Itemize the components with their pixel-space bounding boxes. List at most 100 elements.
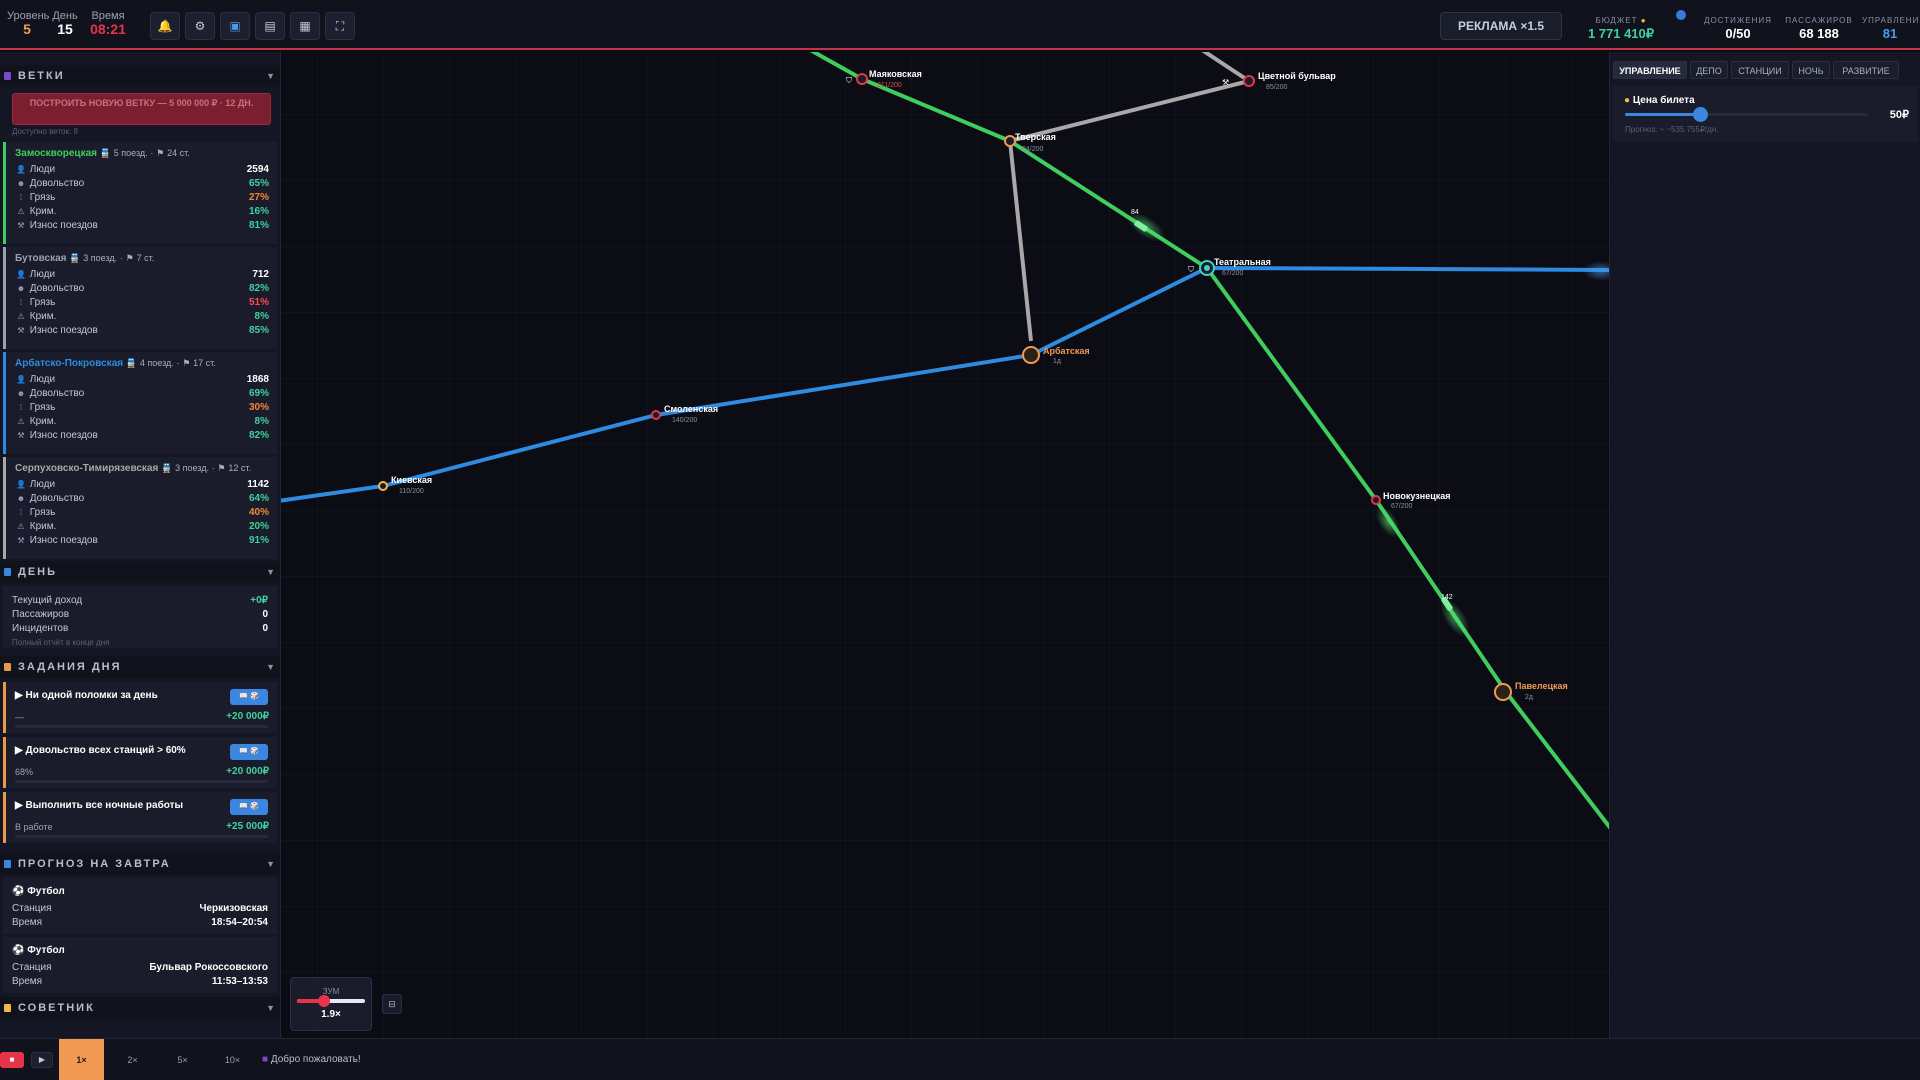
forecast-station-label: Станция — [12, 903, 52, 914]
tab-stations[interactable]: СТАНЦИИ — [1731, 61, 1789, 79]
report-button[interactable]: ▤ — [255, 12, 285, 40]
stats-button[interactable]: ▦ — [290, 12, 320, 40]
branch-card[interactable]: Арбатско-Покровская 🚆 4 поезд. · ⚑ 17 ст… — [3, 352, 277, 454]
forecast-title: ПРОГНОЗ НА ЗАВТРА — [18, 858, 171, 870]
zoom-value: 1.9× — [321, 1009, 341, 1020]
stat-value: 40% — [248, 507, 269, 518]
station-load: 67/200 — [1391, 503, 1413, 510]
branch-card[interactable]: Замоскворецкая 🚆 5 поезд. · ⚑ 24 ст. 👤 Лю… — [3, 142, 277, 244]
tab-management[interactable]: УПРАВЛЕНИЕ — [1613, 61, 1687, 79]
task-hint-button[interactable]: 📖 🎲 — [230, 744, 268, 760]
stat-label: Люди — [29, 269, 56, 280]
passengers-value: 68 188 — [1799, 26, 1839, 41]
branch-title: Замоскворецкая 🚆 5 поезд. · ⚑ 24 ст. — [15, 148, 190, 159]
settings-button[interactable]: ⚙ — [185, 12, 215, 40]
task-progress: 68% — [15, 767, 34, 777]
ball-icon: ⚽ — [12, 945, 25, 956]
task-hint-button[interactable]: 📖 🎲 — [230, 689, 268, 705]
forecast-header[interactable]: ПРОГНОЗ НА ЗАВТРА ▼ — [0, 853, 280, 875]
play-icon: ▶ — [38, 1055, 46, 1064]
station-load: 211/200 — [877, 82, 902, 89]
achievements-stat[interactable]: ДОСТИЖЕНИЯ 0/50 — [1704, 14, 1772, 40]
management-value: 81 — [1882, 26, 1898, 41]
budget-stat: БЮДЖЕТ ● 1 771 410₽ — [1584, 14, 1658, 40]
branch-card[interactable]: Серпуховско-Тимирязевская 🚆 3 поезд. · ⚑… — [3, 457, 277, 559]
branch-stat-people: 👤 Люди 712 — [15, 268, 269, 282]
tasks-header[interactable]: ЗАДАНИЯ ДНЯ ▼ — [0, 656, 280, 678]
day-stat: День 15 — [52, 10, 78, 36]
stat-value: 20% — [248, 521, 269, 532]
branch-name: Замоскворецкая — [15, 148, 97, 159]
ticket-slider-thumb[interactable] — [1693, 107, 1708, 122]
right-panel: УПРАВЛЕНИЕ ДЕПО СТАНЦИИ НОЧЬ РАЗВИТИЕ ● … — [1609, 52, 1920, 1038]
shield-icon: ⛉ — [846, 76, 852, 85]
branch-card[interactable]: Бутовская 🚆 3 поезд. · ⚑ 7 ст. 👤 Люди 712 ☻… — [3, 247, 277, 349]
fullscreen-button[interactable]: ⛶ — [325, 12, 355, 40]
stat-value: 1142 — [247, 479, 269, 490]
station-name: Театральная — [1214, 257, 1271, 267]
branch-stat-dirt: ⁞ Грязь 30% — [15, 401, 269, 415]
branch-stat-crime: ⚠ Крим. 8% — [15, 310, 269, 324]
branch-title: Арбатско-Покровская 🚆 4 поезд. · ⚑ 17 ст… — [15, 358, 216, 369]
bell-icon: 🔔 — [157, 19, 173, 33]
tasks-title: ЗАДАНИЯ ДНЯ — [18, 661, 122, 673]
screen-icon: ▣ — [229, 19, 241, 33]
minimap-button[interactable]: ⊟ — [382, 994, 402, 1014]
time-stat: Время 08:21 — [90, 10, 126, 36]
wear-icon: ⚒ — [17, 431, 25, 440]
train-icon: 🚆 — [69, 253, 81, 263]
branch-stat-satisfaction: ☻ Довольство 64% — [15, 492, 269, 506]
crime-icon: ⚠ — [17, 522, 25, 531]
speed-10x-button[interactable]: 10× — [210, 1039, 255, 1080]
branch-stat-satisfaction: ☻ Довольство 82% — [15, 282, 269, 296]
station-marker — [1243, 75, 1255, 87]
ticket-price-slider[interactable] — [1625, 107, 1868, 122]
notifications-button[interactable]: 🔔 — [150, 12, 180, 40]
branch-stat-people: 👤 Люди 1142 — [15, 478, 269, 492]
build-branch-button[interactable]: ПОСТРОИТЬ НОВУЮ ВЕТКУ — 5 000 000 ₽ · 12… — [12, 93, 271, 125]
tab-depot[interactable]: ДЕПО — [1690, 61, 1728, 79]
stat-value: 64% — [248, 493, 269, 504]
ticket-slider-fill — [1625, 113, 1700, 116]
speed-5x-button[interactable]: 5× — [160, 1039, 205, 1080]
zoom-slider-thumb[interactable] — [318, 995, 330, 1007]
satisfaction-icon: ☻ — [16, 494, 26, 503]
stat-value: 712 — [252, 269, 269, 280]
build-branch-label: ПОСТРОИТЬ НОВУЮ ВЕТКУ — 5 000 000 ₽ · 12… — [29, 98, 254, 108]
play-button[interactable]: ▶ — [31, 1052, 53, 1068]
zoom-label: ЗУМ — [322, 987, 340, 996]
tab-night[interactable]: НОЧЬ — [1792, 61, 1830, 79]
ad-label: РЕКЛАМА ×1.5 — [1457, 19, 1545, 33]
task-card[interactable]: ▶ Довольство всех станций > 60% 📖 🎲 68% +20… — [3, 737, 277, 788]
collapse-arrow-icon: ▼ — [266, 71, 275, 81]
forecast-station-label: Станция — [12, 962, 52, 973]
branch-stat-dirt: ⁞ Грязь 40% — [15, 506, 269, 520]
map-canvas[interactable]: 84 142 ⛉ Маяковская 211/200 ⚒ Цветной бу… — [281, 52, 1609, 1038]
day-header[interactable]: ДЕНЬ ▼ — [0, 561, 280, 583]
stat-label: Довольство — [29, 178, 85, 189]
station-load: 85/200 — [1266, 84, 1288, 91]
speed-1x-button[interactable]: 1× — [59, 1039, 104, 1080]
task-hint-button[interactable]: 📖 🎲 — [230, 799, 268, 815]
task-card[interactable]: ▶ Ни одной поломки за день 📖 🎲 — +20 000₽ — [3, 682, 277, 733]
stat-label: Крим. — [29, 206, 57, 217]
advisor-header[interactable]: СОВЕТНИК ▼ — [0, 997, 280, 1019]
tab-development[interactable]: РАЗВИТИЕ — [1833, 61, 1899, 79]
branches-header[interactable]: ВЕТКИ ▼ — [0, 65, 280, 87]
metro-map[interactable]: 84 142 ⛉ Маяковская 211/200 ⚒ Цветной бу… — [281, 52, 1609, 1038]
ball-icon: ⚽ — [12, 886, 25, 897]
day-title: ДЕНЬ — [18, 566, 58, 578]
task-card[interactable]: ▶ Выполнить все ночные работы 📖 🎲 В работе… — [3, 792, 277, 843]
tasks-icon — [4, 663, 11, 671]
stop-button[interactable]: ■ — [0, 1052, 24, 1068]
ticket-price-title: ● Цена билета — [1624, 95, 1695, 106]
screen-button[interactable]: ▣ — [220, 12, 250, 40]
passengers-stat: ПАССАЖИРОВ 68 188 — [1784, 14, 1854, 40]
station-marker — [1022, 346, 1040, 364]
speed-2x-button[interactable]: 2× — [110, 1039, 155, 1080]
stat-label: Крим. — [29, 311, 57, 322]
stat-label: Довольство — [29, 493, 85, 504]
zoom-slider[interactable] — [297, 995, 365, 1007]
branch-stations: 17 ст. — [193, 358, 216, 368]
advertising-button[interactable]: РЕКЛАМА ×1.5 — [1440, 12, 1562, 40]
